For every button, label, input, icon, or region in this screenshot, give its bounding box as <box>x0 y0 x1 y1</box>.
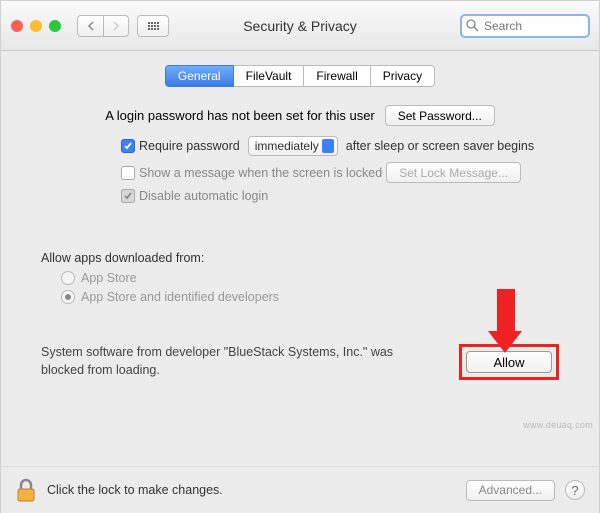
prefs-window: Security & Privacy General FileVault Fir… <box>0 0 600 513</box>
window-controls <box>11 20 61 32</box>
show-all-button[interactable] <box>137 15 169 37</box>
search-icon <box>466 19 479 32</box>
radio-identified-label: App Store and identified developers <box>81 290 279 304</box>
require-password-label-post: after sleep or screen saver begins <box>346 139 534 153</box>
blocked-software-text: System software from developer "BlueStac… <box>41 344 439 379</box>
allow-apps-heading: Allow apps downloaded from: <box>41 251 569 265</box>
password-status-text: A login password has not been set for th… <box>105 108 375 123</box>
set-lock-message-button: Set Lock Message... <box>386 162 521 183</box>
toolbar: Security & Privacy <box>1 1 599 51</box>
nav-buttons <box>77 15 129 37</box>
advanced-button[interactable]: Advanced... <box>466 480 555 501</box>
set-password-button[interactable]: Set Password... <box>385 105 495 126</box>
disable-auto-login-checkbox[interactable] <box>121 189 135 203</box>
watermark-text: www.deuaq.com <box>523 420 593 430</box>
require-password-checkbox[interactable] <box>121 139 135 153</box>
show-message-row: Show a message when the screen is locked… <box>121 162 569 183</box>
footer-bar: Click the lock to make changes. Advanced… <box>1 466 599 513</box>
lock-icon[interactable] <box>15 477 37 503</box>
search-input[interactable] <box>461 15 589 37</box>
tab-general[interactable]: General <box>165 65 234 87</box>
content-area: General FileVault Firewall Privacy A log… <box>1 51 599 466</box>
require-password-row: Require password immediately after sleep… <box>121 136 569 156</box>
lock-hint-text: Click the lock to make changes. <box>47 483 223 497</box>
blocked-software-row: System software from developer "BlueStac… <box>41 344 559 380</box>
require-password-label-pre: Require password <box>139 139 240 153</box>
zoom-icon[interactable] <box>49 20 61 32</box>
show-message-checkbox[interactable] <box>121 166 135 180</box>
disable-auto-login-row: Disable automatic login <box>121 189 569 203</box>
password-status-row: A login password has not been set for th… <box>31 105 569 126</box>
forward-button[interactable] <box>103 15 129 37</box>
minimize-icon[interactable] <box>30 20 42 32</box>
tab-privacy[interactable]: Privacy <box>371 65 435 87</box>
radio-app-store-label: App Store <box>81 271 137 285</box>
tab-firewall[interactable]: Firewall <box>304 65 370 87</box>
tab-bar: General FileVault Firewall Privacy <box>31 65 569 87</box>
radio-app-store <box>61 271 75 285</box>
search-field-wrap <box>461 15 589 37</box>
help-button[interactable]: ? <box>565 480 585 500</box>
window-title: Security & Privacy <box>243 18 357 34</box>
grid-icon <box>148 22 159 30</box>
tab-filevault[interactable]: FileVault <box>234 65 305 87</box>
show-message-label: Show a message when the screen is locked <box>139 166 382 180</box>
close-icon[interactable] <box>11 20 23 32</box>
allow-button[interactable]: Allow <box>466 351 552 373</box>
radio-app-store-row: App Store <box>61 271 569 285</box>
radio-identified-developers <box>61 290 75 304</box>
disable-auto-login-label: Disable automatic login <box>139 189 268 203</box>
back-button[interactable] <box>77 15 103 37</box>
annotation-arrow-icon <box>488 289 523 353</box>
timing-dropdown[interactable]: immediately <box>248 136 338 156</box>
